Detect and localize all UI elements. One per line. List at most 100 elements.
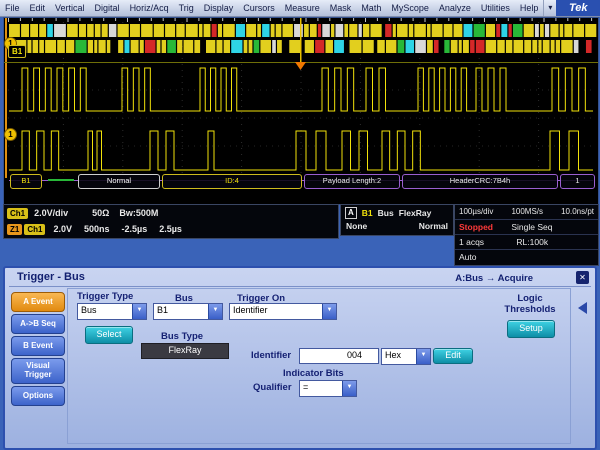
zoom1-reference-marker[interactable]: 1 <box>4 128 17 141</box>
trigger-type-dropdown[interactable]: Bus ▼ <box>77 303 147 320</box>
close-icon[interactable]: ✕ <box>576 271 589 284</box>
decode-cycle-count[interactable]: 1 <box>560 174 595 189</box>
chevron-down-icon: ▼ <box>322 304 336 319</box>
trigger-readout-row1: A B1 Bus FlexRay <box>341 205 453 221</box>
menu-item-analyze[interactable]: Analyze <box>434 0 476 16</box>
menu-overflow-icon[interactable]: ▾ <box>543 0 556 16</box>
trigger-bus-type: FlexRay <box>399 208 432 218</box>
zoom-source-badge[interactable]: Ch1 <box>24 224 45 235</box>
acq-fastacq-row: Auto <box>455 250 598 264</box>
menu-bar: File Edit Vertical Digital Horiz/Acq Tri… <box>0 0 600 17</box>
ch1-readout-row: Ch1 2.0V/div 50Ω Bw:500M <box>4 205 338 221</box>
acq-scale-row: 100µs/div 100MS/s 10.0ns/pt <box>455 205 598 220</box>
identifier-input[interactable]: 004 <box>299 348 379 364</box>
chevron-down-icon: ▼ <box>132 304 146 319</box>
fastacq-mode: Auto <box>459 252 477 262</box>
bus-type-label: Bus Type <box>161 331 203 342</box>
channel-readout-panel: Ch1 2.0V/div 50Ω Bw:500M Z1 Ch1 2.0V 500… <box>3 204 339 239</box>
identifier-format-dropdown[interactable]: Hex ▼ <box>381 348 431 365</box>
chevron-down-icon: ▼ <box>416 349 430 364</box>
tab-b-event[interactable]: B Event <box>11 336 65 356</box>
ch1-scale: 2.0V/div <box>34 208 68 218</box>
ch1-badge[interactable]: Ch1 <box>7 208 28 219</box>
qualifier-value: = <box>300 381 342 396</box>
decode-header-crc[interactable]: HeaderCRC:7B4h <box>402 174 558 189</box>
sample-rate: 100MS/s <box>511 205 543 219</box>
trigger-holdoff: None <box>346 221 367 231</box>
acq-status: Stopped <box>459 222 493 232</box>
zoom-position-1: -2.5µs <box>122 224 148 234</box>
identifier-label: Identifier <box>251 350 291 361</box>
zoom-horizontal-scale: 500ns <box>84 224 110 234</box>
menu-item-mask[interactable]: Mask <box>325 0 357 16</box>
horizontal-scale: 100µs/div <box>459 205 493 219</box>
acq-count: 1 acqs <box>459 237 484 247</box>
zoom-position-2: 2.5µs <box>159 224 182 234</box>
zoom-vertical-scale: 2.0V <box>53 224 72 234</box>
trigger-on-dropdown[interactable]: Identifier ▼ <box>229 303 337 320</box>
panel-collapse-arrow-icon[interactable] <box>578 302 587 314</box>
decode-payload-length[interactable]: Payload Length:2 <box>304 174 400 189</box>
identifier-format-value: Hex <box>382 349 416 364</box>
trigger-flow-label: A:Bus → Acquire <box>455 273 533 284</box>
tab-visual-trigger[interactable]: Visual Trigger <box>11 358 65 384</box>
indicator-bits-label: Indicator Bits <box>283 368 344 379</box>
tab-a-to-b-seq[interactable]: A->B Seq <box>11 314 65 334</box>
dialog-title: Trigger - Bus <box>17 271 85 283</box>
tek-logo: Tek <box>556 0 600 16</box>
menu-item-cursors[interactable]: Cursors <box>238 0 280 16</box>
dialog-title-divider <box>9 286 591 287</box>
bus1-waveform-label[interactable]: B1 <box>8 45 26 58</box>
trigger-on-value: Identifier <box>230 304 322 319</box>
menu-item-display[interactable]: Display <box>199 0 239 16</box>
menu-item-digital[interactable]: Digital <box>90 0 125 16</box>
zoom1-badge[interactable]: Z1 <box>7 224 22 235</box>
tab-options[interactable]: Options <box>11 386 65 406</box>
bus-value: B1 <box>154 304 208 319</box>
acq-status-row: Stopped Single Seq <box>455 220 598 235</box>
menu-item-math[interactable]: Math <box>356 0 386 16</box>
menu-item-trig[interactable]: Trig <box>174 0 199 16</box>
trigger-a-badge: A <box>345 207 357 219</box>
decode-bus-badge[interactable]: B1 <box>10 174 42 189</box>
qualifier-dropdown[interactable]: = ▼ <box>299 380 357 397</box>
trigger-mode: Normal <box>419 221 448 231</box>
ch1-bandwidth: Bw:500M <box>119 208 158 218</box>
oscilloscope-screen: File Edit Vertical Digital Horiz/Acq Tri… <box>0 0 600 450</box>
acquisition-readout-panel: 100µs/div 100MS/s 10.0ns/pt Stopped Sing… <box>454 204 599 266</box>
trigger-source: B1 <box>362 208 373 218</box>
menu-item-file[interactable]: File <box>0 0 25 16</box>
trigger-readout-row2: None Normal <box>341 221 453 231</box>
trigger-type-label: Trigger Type <box>77 291 133 302</box>
trigger-readout-panel: A B1 Bus FlexRay None Normal <box>340 204 454 236</box>
waveform-display: 1 1 B1 B1 Normal ID:4 Payload Length:2 H… <box>3 17 599 205</box>
trigger-type: Bus <box>378 208 394 218</box>
qualifier-label: Qualifier <box>253 382 292 393</box>
chevron-down-icon: ▼ <box>208 304 222 319</box>
bus-dropdown[interactable]: B1 ▼ <box>153 303 223 320</box>
menu-item-myscope[interactable]: MyScope <box>386 0 434 16</box>
menu-item-utilities[interactable]: Utilities <box>476 0 515 16</box>
menu-item-edit[interactable]: Edit <box>25 0 51 16</box>
acq-mode: Single Seq <box>511 222 552 232</box>
logic-thresholds-label: Logic Thresholds <box>497 294 563 316</box>
bus-decode-idle-segment <box>48 179 74 181</box>
menu-item-vertical[interactable]: Vertical <box>50 0 90 16</box>
record-length: RL:100k <box>516 237 548 247</box>
setup-button[interactable]: Setup <box>507 320 555 338</box>
decode-frame-type[interactable]: Normal <box>78 174 160 189</box>
decode-identifier[interactable]: ID:4 <box>162 174 302 189</box>
sample-resolution: 10.0ns/pt <box>561 205 594 219</box>
chevron-down-icon: ▼ <box>342 381 356 396</box>
trigger-bus-dialog: Trigger - Bus A:Bus → Acquire ✕ A Event … <box>3 266 597 450</box>
edit-button[interactable]: Edit <box>433 348 473 364</box>
select-button[interactable]: Select <box>85 326 133 344</box>
tab-a-event[interactable]: A Event <box>11 292 65 312</box>
menu-item-horiz-acq[interactable]: Horiz/Acq <box>125 0 174 16</box>
menu-item-help[interactable]: Help <box>515 0 544 16</box>
ch1-termination: 50Ω <box>92 208 109 218</box>
acq-count-row: 1 acqs RL:100k <box>455 235 598 250</box>
menu-item-measure[interactable]: Measure <box>280 0 325 16</box>
zoom-readout-row: Z1 Ch1 2.0V 500ns -2.5µs 2.5µs <box>4 221 338 237</box>
trigger-type-value: Bus <box>78 304 132 319</box>
